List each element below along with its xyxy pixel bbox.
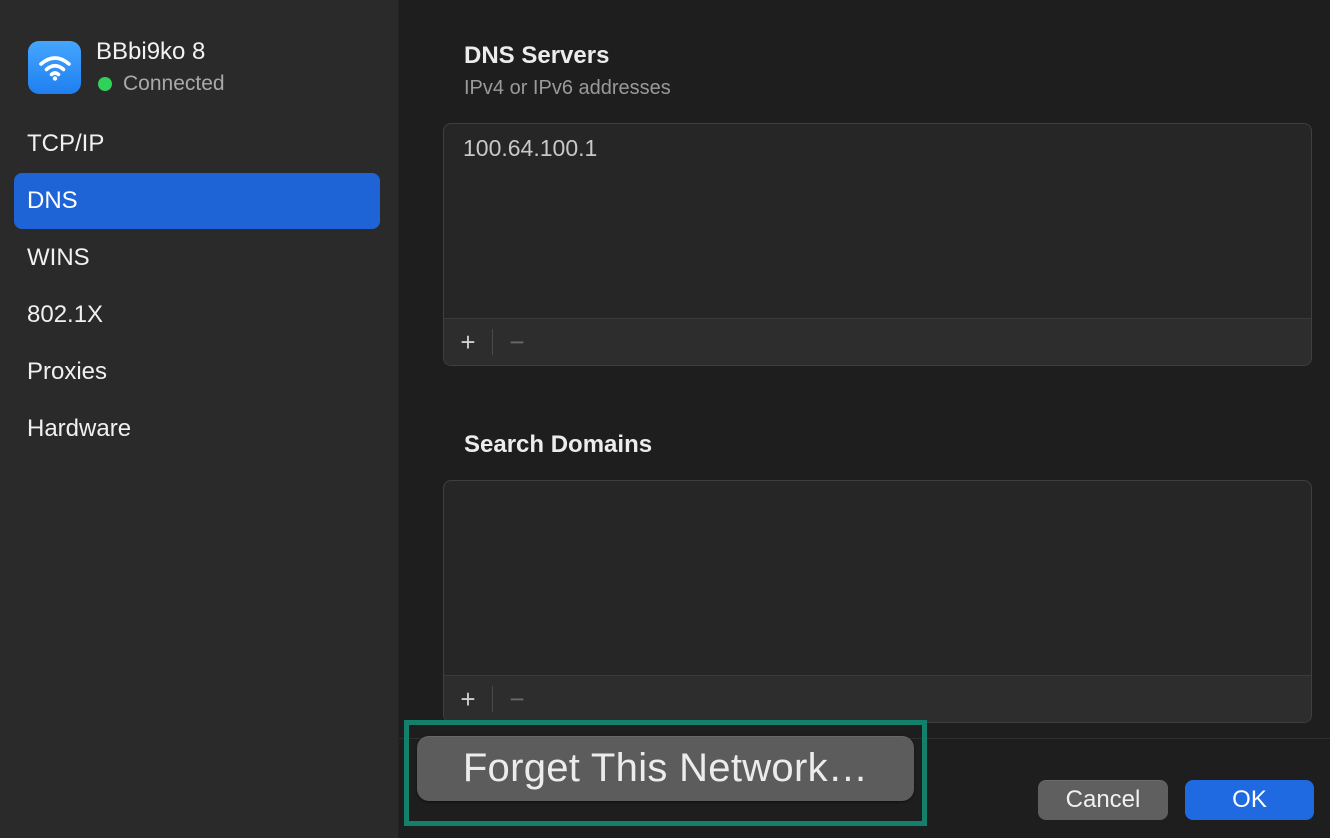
sidebar-nav: TCP/IP DNS WINS 802.1X Proxies Hardware: [14, 116, 380, 458]
network-status: Connected: [98, 72, 225, 96]
add-dns-server-button[interactable]: +: [444, 319, 492, 365]
connected-status-dot-icon: [98, 77, 112, 91]
dns-server-entry[interactable]: 100.64.100.1: [444, 124, 1311, 162]
network-status-label: Connected: [123, 72, 225, 95]
forget-network-button[interactable]: Forget This Network…: [417, 736, 914, 801]
search-domains-toolbar: + −: [444, 675, 1311, 722]
network-name: BBbi9ko 8: [96, 38, 206, 65]
remove-dns-server-button[interactable]: −: [493, 319, 541, 365]
dns-servers-toolbar: + −: [444, 318, 1311, 365]
ok-button[interactable]: OK: [1185, 780, 1314, 820]
dns-servers-subtitle: IPv4 or IPv6 addresses: [464, 77, 671, 99]
search-domains-title: Search Domains: [464, 431, 653, 458]
dns-servers-list-body: 100.64.100.1: [444, 124, 1311, 162]
sidebar-item-wins[interactable]: WINS: [14, 230, 380, 286]
network-header: BBbi9ko 8 Connected: [28, 38, 388, 100]
wifi-icon: [28, 41, 81, 94]
sidebar-item-tcpip[interactable]: TCP/IP: [14, 116, 380, 172]
dns-servers-title: DNS Servers: [464, 42, 610, 69]
add-search-domain-button[interactable]: +: [444, 676, 492, 722]
sidebar-item-proxies[interactable]: Proxies: [14, 344, 380, 400]
dns-servers-list[interactable]: 100.64.100.1 + −: [443, 123, 1312, 366]
dns-settings-panel: DNS Servers IPv4 or IPv6 addresses 100.6…: [399, 0, 1330, 838]
sidebar-item-8021x[interactable]: 802.1X: [14, 287, 380, 343]
remove-search-domain-button[interactable]: −: [493, 676, 541, 722]
sidebar-item-dns[interactable]: DNS: [14, 173, 380, 229]
sidebar-item-hardware[interactable]: Hardware: [14, 401, 380, 457]
search-domains-list[interactable]: + −: [443, 480, 1312, 723]
sidebar: BBbi9ko 8 Connected TCP/IP DNS WINS 802.…: [0, 0, 399, 838]
cancel-button[interactable]: Cancel: [1038, 780, 1168, 820]
